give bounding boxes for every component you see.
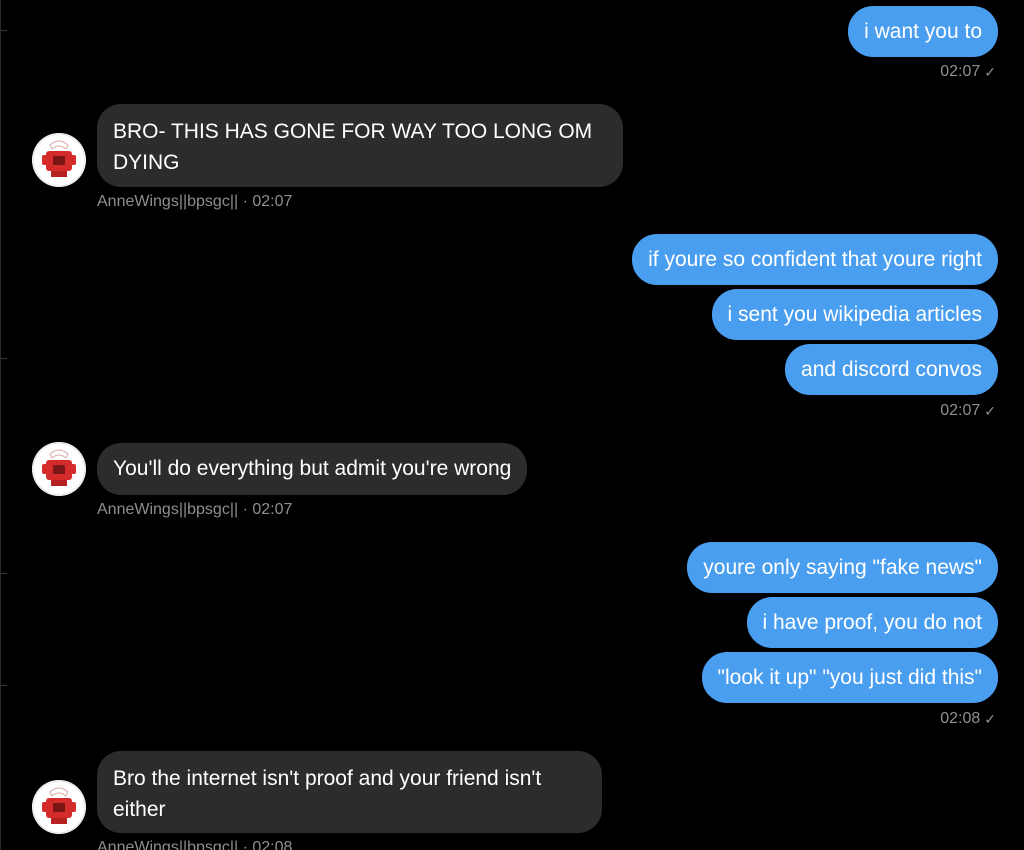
message-sender-meta: AnneWings||bpsgc|| · 02:07 [97,193,293,210]
message-text: if youre so confident that youre right [648,248,982,271]
delivered-check-icon: ✓ [984,710,996,727]
edge-divider [1,30,7,31]
message-text-line-1: BRO- THIS HAS GONE FOR WAY TOO LONG OM [113,120,593,143]
message-text: i sent you wikipedia articles [727,303,982,326]
timestamp-text: 02:07 [940,402,981,419]
avatar[interactable] [32,442,86,496]
outgoing-message[interactable]: "look it up" "you just did this" [701,652,998,703]
edge-divider [1,685,7,686]
message-sender-meta: AnneWings||bpsgc|| · 02:07 [97,501,293,518]
outgoing-message[interactable]: i sent you wikipedia articles [711,289,998,340]
message-timestamp: 02:08 ✓ [940,710,996,728]
outgoing-message[interactable]: and discord convos [785,344,998,395]
avatar[interactable] [32,780,86,834]
outgoing-message[interactable]: youre only saying "fake news" [687,542,998,593]
message-text-line-1: Bro the internet isn't proof and your fr… [113,767,542,790]
message-sender-meta: AnneWings||bpsgc|| · 02:08 [97,839,293,850]
chat-view: i want you to 02:07 ✓ BRO- THIS HAS GONE… [0,0,1024,850]
outgoing-message[interactable]: i want you to [848,6,998,57]
message-text-line-2: either [113,798,166,821]
edge-divider [1,358,7,359]
message-text: "look it up" "you just did this" [717,666,982,689]
message-timestamp: 02:07 ✓ [940,63,996,81]
delivered-check-icon: ✓ [984,63,996,80]
timestamp-text: 02:07 [940,63,981,80]
message-text-line-2: DYING [113,151,180,174]
incoming-message[interactable]: BRO- THIS HAS GONE FOR WAY TOO LONG OM D… [97,104,623,187]
delivered-check-icon: ✓ [984,402,996,419]
edge-divider [1,573,7,574]
timestamp-text: 02:08 [940,710,981,727]
message-text: i have proof, you do not [762,611,983,634]
avatar-icon [32,780,86,834]
message-text: i want you to [864,20,982,43]
message-text: You'll do everything but admit you're wr… [113,457,512,480]
outgoing-message[interactable]: if youre so confident that youre right [632,234,998,285]
incoming-message[interactable]: You'll do everything but admit you're wr… [97,443,528,495]
message-timestamp: 02:07 ✓ [940,402,996,420]
incoming-message[interactable]: Bro the internet isn't proof and your fr… [97,751,602,833]
avatar-icon [32,442,86,496]
avatar[interactable] [32,133,86,187]
message-text: youre only saying "fake news" [703,556,982,579]
message-text: and discord convos [801,358,982,381]
avatar-icon [32,133,86,187]
outgoing-message[interactable]: i have proof, you do not [746,597,998,648]
